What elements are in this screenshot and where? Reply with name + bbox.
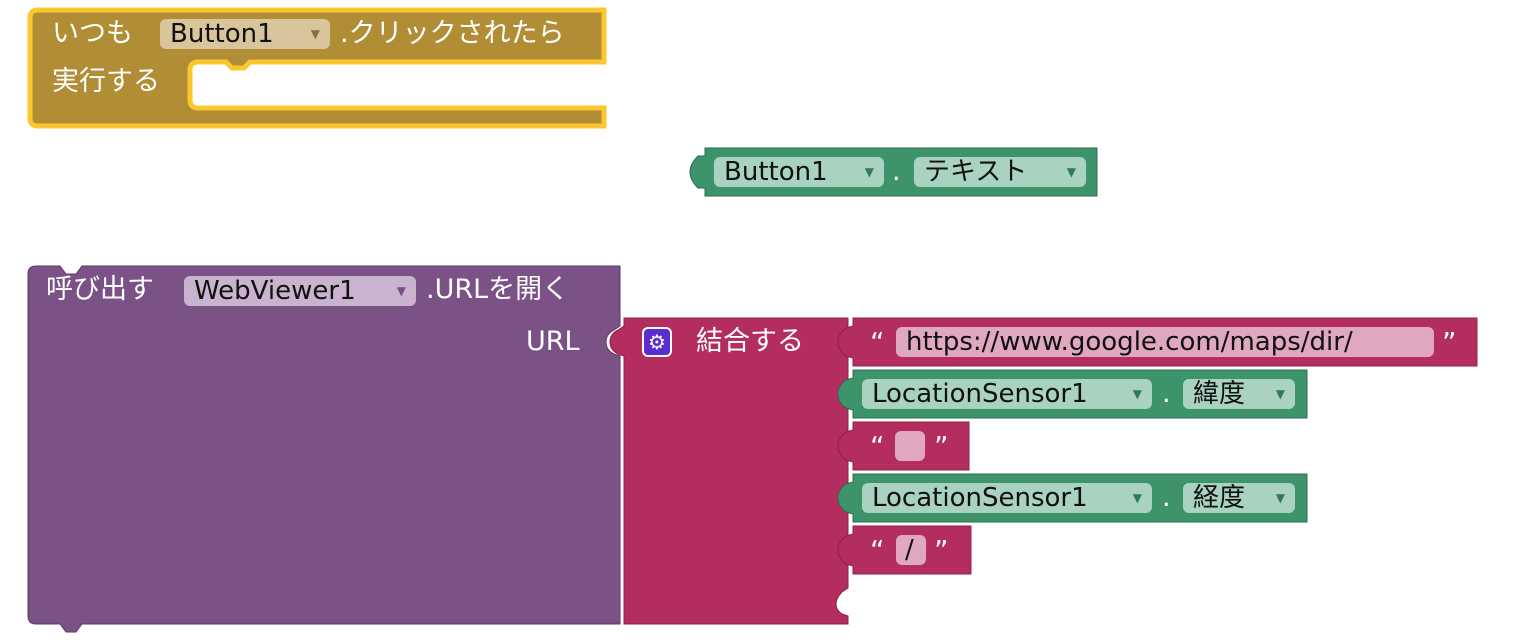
lat-dot: . <box>1162 378 1171 409</box>
getter-component-dropdown[interactable]: Button1 ▼ <box>714 157 884 187</box>
join-label: 結合する <box>696 326 804 357</box>
close-quote: ” <box>1442 326 1457 359</box>
mutator-gear-icon[interactable]: ⚙ <box>642 327 672 357</box>
getter-dot: . <box>892 156 901 187</box>
call-prefix-label: 呼び出す <box>46 274 154 305</box>
dropdown-arrow-icon: ▼ <box>1132 387 1142 401</box>
dropdown-arrow-icon: ▼ <box>396 284 406 298</box>
event-suffix-label: .クリックされたら <box>340 18 565 49</box>
lng-component-label: LocationSensor1 <box>872 483 1088 513</box>
lng-property-label: 経度 <box>1193 483 1246 513</box>
getter-component-label: Button1 <box>724 157 828 187</box>
text-field-empty[interactable] <box>895 431 925 461</box>
event-component-dropdown[interactable]: Button1 ▼ <box>160 19 330 49</box>
dropdown-arrow-icon: ▼ <box>1066 165 1076 179</box>
lng-property-dropdown[interactable]: 経度 ▼ <box>1183 483 1295 513</box>
dropdown-arrow-icon: ▼ <box>1132 491 1142 505</box>
call-method-label: .URLを開く <box>426 274 570 305</box>
dropdown-arrow-icon: ▼ <box>1275 387 1285 401</box>
call-url-arg-label: URL <box>526 326 580 357</box>
open-quote: “ <box>870 534 885 567</box>
close-quote: ” <box>934 534 949 567</box>
close-quote: ” <box>934 430 949 463</box>
lat-property-label: 緯度 <box>1193 379 1246 409</box>
lng-dot: . <box>1162 482 1171 513</box>
webviewer-call-shape[interactable] <box>27 265 621 633</box>
workspace-canvas <box>27 7 1478 633</box>
open-quote: “ <box>870 326 885 359</box>
lat-component-dropdown[interactable]: LocationSensor1 ▼ <box>862 379 1152 409</box>
open-quote: “ <box>870 430 885 463</box>
call-component-dropdown[interactable]: WebViewer1 ▼ <box>184 276 416 306</box>
dropdown-arrow-icon: ▼ <box>864 165 874 179</box>
dropdown-arrow-icon: ▼ <box>310 27 320 41</box>
getter-property-dropdown[interactable]: テキスト ▼ <box>914 157 1086 187</box>
event-component-label: Button1 <box>170 19 274 49</box>
call-component-label: WebViewer1 <box>194 276 356 306</box>
lat-component-label: LocationSensor1 <box>872 379 1088 409</box>
text-field-url[interactable]: https://www.google.com/maps/dir/ <box>896 327 1434 357</box>
lat-property-dropdown[interactable]: 緯度 ▼ <box>1183 379 1295 409</box>
event-prefix-label: いつも <box>52 18 133 49</box>
lng-component-dropdown[interactable]: LocationSensor1 ▼ <box>862 483 1152 513</box>
dropdown-arrow-icon: ▼ <box>1275 491 1285 505</box>
getter-property-label: テキスト <box>924 157 1028 187</box>
join-block-shape[interactable] <box>609 317 849 625</box>
event-do-label: 実行する <box>52 66 160 97</box>
text-field-slash[interactable]: / <box>896 535 926 565</box>
